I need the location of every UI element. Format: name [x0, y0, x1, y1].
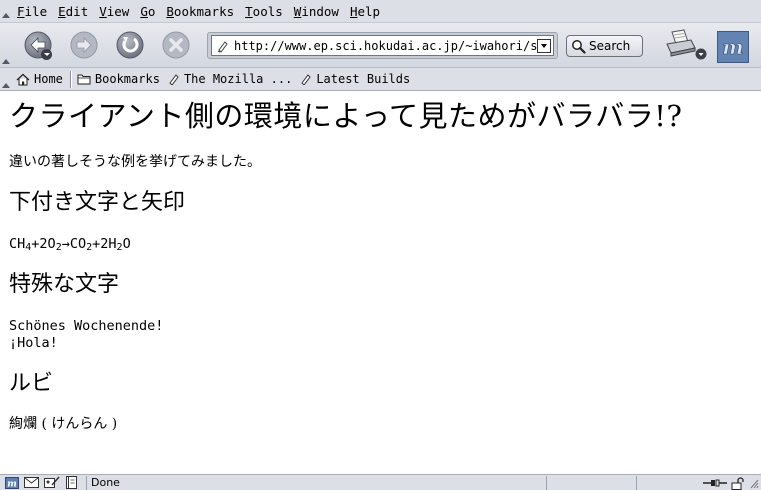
- svg-text:m: m: [7, 479, 17, 489]
- special-line-spanish: ¡Hola!: [9, 335, 58, 351]
- menu-tools[interactable]: Tools: [240, 0, 289, 23]
- intro-text: 違いの著しそうな例を挙げてみました。: [9, 154, 261, 170]
- bookmark-the-mozilla[interactable]: The Mozilla ...: [164, 68, 296, 91]
- search-button[interactable]: Search: [566, 35, 643, 57]
- menubar-grippy[interactable]: [0, 0, 12, 22]
- bookmarks-menu-button[interactable]: Bookmarks: [73, 68, 164, 91]
- formula-part: O: [122, 236, 131, 252]
- back-dropdown-icon[interactable]: [41, 49, 52, 60]
- security-lock-icon[interactable]: [731, 476, 745, 490]
- url-bar-frame: http://www.ep.sci.hokudai.ac.jp/~iwahori…: [207, 32, 558, 59]
- composer-icon[interactable]: [43, 476, 60, 490]
- printer-icon: [666, 29, 707, 60]
- menu-view[interactable]: View: [94, 0, 135, 23]
- menu-bar: File Edit View Go Bookmarks Tools Window…: [0, 0, 761, 23]
- ruby-example: 絢爛 ( けんらん ): [9, 416, 118, 432]
- back-button[interactable]: [24, 31, 52, 60]
- home-button[interactable]: Home: [12, 68, 67, 91]
- navbar-grippy[interactable]: [0, 23, 12, 68]
- navigator-icon[interactable]: m: [3, 476, 20, 490]
- page-title: クライアント側の環境によって見ためがバラバラ!?: [9, 99, 683, 133]
- forward-button[interactable]: [70, 31, 98, 59]
- online-connection-icon[interactable]: [703, 478, 727, 488]
- menu-file[interactable]: File: [12, 0, 53, 23]
- bookmark-link-icon: [301, 74, 311, 85]
- folder-icon: [77, 74, 91, 85]
- mail-icon[interactable]: [23, 476, 40, 490]
- page-content: クライアント側の環境によって見ためがバラバラ!? 違いの著しそうな例を挙げてみま…: [0, 92, 761, 474]
- menu-go[interactable]: Go: [135, 0, 161, 23]
- status-text: Done: [86, 475, 546, 490]
- print-button[interactable]: [664, 28, 708, 62]
- formula-part: +2H: [92, 236, 117, 252]
- reload-icon: [116, 31, 144, 59]
- menu-window[interactable]: Window: [289, 0, 345, 23]
- bookmark-the-mozilla-label: The Mozilla ...: [183, 72, 293, 86]
- home-label: Home: [34, 72, 63, 86]
- bookmark-latest-builds[interactable]: Latest Builds: [296, 68, 414, 91]
- stop-icon: [162, 31, 190, 59]
- formula-part: CH: [9, 236, 26, 252]
- bookmarks-label: Bookmarks: [94, 72, 160, 86]
- formula-part: +2O: [31, 236, 56, 252]
- toolbar-separator: [69, 70, 71, 88]
- address-book-icon[interactable]: [63, 476, 80, 490]
- formula-arrow: →: [61, 236, 70, 252]
- chemical-formula: CH4+2O2→CO2+2H2O: [9, 235, 131, 253]
- status-bar: m Done: [0, 474, 761, 490]
- forward-arrow-icon: [70, 31, 98, 59]
- section-special-chars-heading: 特殊な文字: [9, 272, 120, 297]
- page-proxy-icon[interactable]: [216, 39, 230, 53]
- svg-text:m: m: [722, 35, 743, 59]
- progress-panel: [546, 475, 636, 490]
- mozilla-m-icon: m: [718, 32, 748, 62]
- url-history-dropdown-icon[interactable]: [537, 38, 551, 53]
- navigation-toolbar: http://www.ep.sci.hokudai.ac.jp/~iwahori…: [0, 23, 761, 68]
- reload-button[interactable]: [116, 31, 144, 59]
- menu-bookmarks[interactable]: Bookmarks: [161, 0, 240, 23]
- personalbar-grippy[interactable]: [0, 68, 12, 91]
- throbber-logo[interactable]: m: [717, 31, 749, 63]
- personal-toolbar: Home Bookmarks The Mozilla ... Latest Bu…: [0, 68, 761, 91]
- bookmark-link-icon: [169, 74, 179, 85]
- formula-part: CO: [69, 236, 87, 252]
- bookmark-latest-builds-label: Latest Builds: [316, 72, 411, 86]
- search-button-label: Search: [589, 39, 631, 53]
- special-line-german: Schönes Wochenende!: [9, 318, 164, 334]
- resize-grip-icon[interactable]: [749, 477, 759, 489]
- section-subscript-heading: 下付き文字と矢印: [9, 190, 186, 215]
- magnifier-icon: [572, 39, 586, 54]
- home-icon: [16, 73, 30, 85]
- section-ruby-heading: ルビ: [9, 371, 54, 396]
- url-bar[interactable]: http://www.ep.sci.hokudai.ac.jp/~iwahori…: [211, 35, 554, 56]
- url-input[interactable]: http://www.ep.sci.hokudai.ac.jp/~iwahori…: [234, 39, 537, 53]
- menu-edit[interactable]: Edit: [53, 0, 94, 23]
- menu-help[interactable]: Help: [345, 0, 386, 23]
- stop-button[interactable]: [162, 31, 190, 59]
- status-icons: [703, 476, 759, 490]
- status-panel-empty: [636, 475, 676, 490]
